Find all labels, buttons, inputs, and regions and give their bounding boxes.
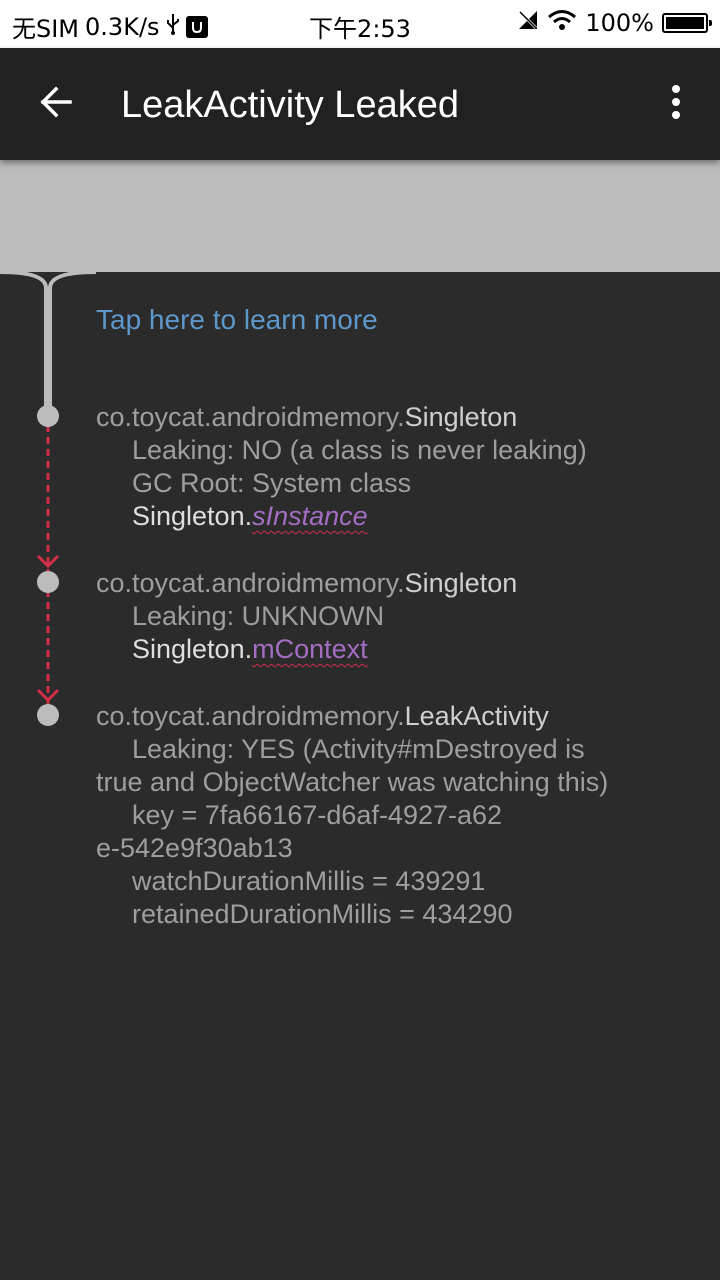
node-class: co.toycat.androidmemory.LeakActivity: [96, 701, 549, 731]
node-leaking: Leaking: YES (Activity#mDestroyed is tru…: [96, 734, 609, 797]
node-dot: [37, 704, 59, 726]
node-leaking: Leaking: UNKNOWN: [132, 601, 385, 631]
node-dot: [37, 405, 59, 427]
page-title: LeakActivity Leaked: [121, 84, 459, 126]
trace-node-2: co.toycat.androidmemory.Singleton Leakin…: [96, 567, 656, 666]
node-class: co.toycat.androidmemory.Singleton: [96, 402, 518, 432]
no-sim-signal-icon: [517, 9, 539, 37]
arrow-left-icon: [38, 84, 74, 125]
node-gc-root: GC Root: System class: [132, 468, 412, 498]
leak-trace-connector: [0, 272, 96, 726]
leak-trace: Tap here to learn more co.toycat.android…: [0, 272, 720, 1280]
trace-node-3: co.toycat.androidmemory.LeakActivity Lea…: [96, 700, 621, 931]
node-reference: Singleton.mContext: [132, 634, 368, 664]
node-retained-duration: retainedDurationMillis = 434290: [132, 899, 513, 929]
wifi-icon: [547, 9, 577, 37]
node-class: co.toycat.androidmemory.Singleton: [96, 568, 518, 598]
app-bar: LeakActivity Leaked: [0, 48, 720, 160]
node-reference: Singleton.sInstance: [132, 501, 368, 531]
battery-percent: 100%: [585, 9, 654, 37]
node-leaking: Leaking: NO (a class is never leaking): [132, 435, 587, 465]
overflow-menu-button[interactable]: [652, 80, 700, 128]
more-vert-icon: [670, 84, 682, 125]
status-bar: 无SIM 0.3K/s 下午2:53 100%: [0, 0, 720, 48]
learn-more-link[interactable]: Tap here to learn more: [96, 304, 378, 336]
back-button[interactable]: [28, 80, 84, 128]
battery-icon: [662, 13, 712, 33]
node-watch-duration: watchDurationMillis = 439291: [132, 866, 486, 896]
header-band: [0, 160, 720, 272]
status-right: 100%: [517, 9, 712, 37]
trace-node-1: co.toycat.androidmemory.Singleton Leakin…: [96, 401, 656, 533]
node-key: key = 7fa66167-d6af-4927-a62e-542e9f30ab…: [96, 800, 503, 863]
node-dot: [37, 571, 59, 593]
